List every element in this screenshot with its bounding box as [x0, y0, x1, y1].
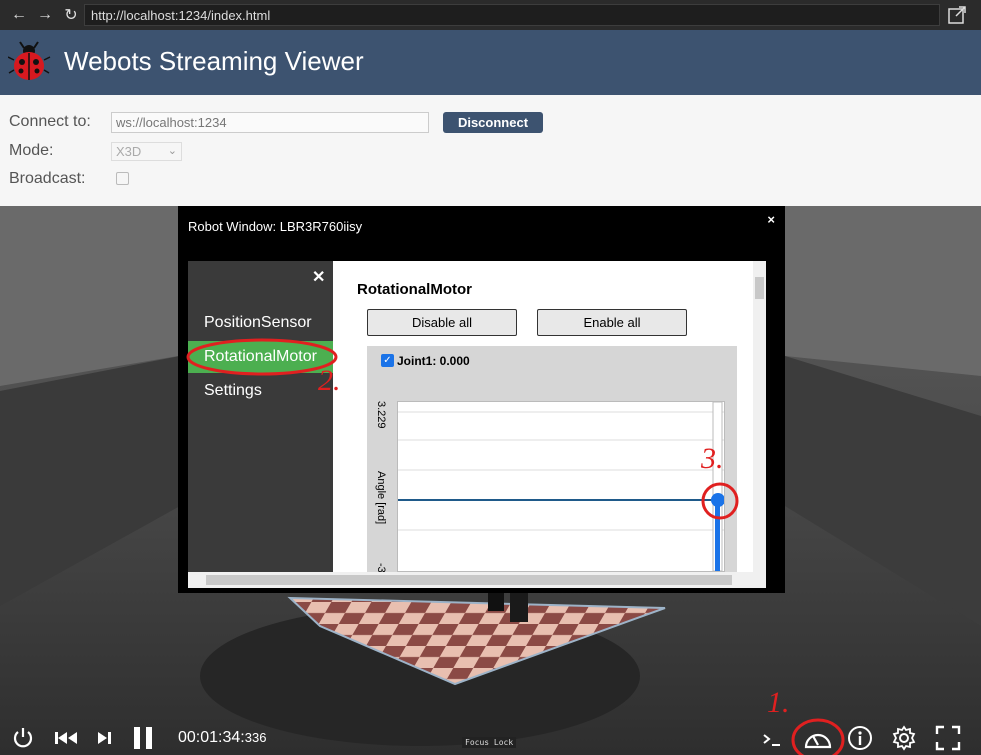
info-icon[interactable]	[847, 725, 873, 751]
step-icon[interactable]	[92, 725, 118, 751]
speedometer-icon[interactable]	[803, 725, 833, 751]
pause-icon[interactable]	[131, 725, 157, 751]
focus-lock-indicator: Focus Lock	[462, 737, 517, 748]
reset-icon[interactable]	[53, 725, 79, 751]
annotation-step-1: 1.	[767, 686, 790, 719]
playback-toolbar: 00:01:34:336 Focus Lock	[0, 720, 981, 755]
terminal-icon[interactable]	[760, 725, 786, 751]
annotation-step-3: 3.	[701, 442, 724, 475]
simulation-time-ms: 336	[244, 730, 267, 745]
fullscreen-icon[interactable]	[935, 725, 961, 751]
annotation-step-2: 2.	[318, 364, 341, 397]
simulation-time: 00:01:34:336	[178, 729, 266, 747]
annotation-circle-3	[701, 482, 739, 520]
simulation-time-main: 00:01:34:	[178, 729, 245, 746]
gear-icon[interactable]	[891, 725, 917, 751]
annotation-circle-2	[186, 338, 338, 376]
power-icon[interactable]	[10, 725, 36, 751]
annotation-overlay	[186, 338, 845, 755]
